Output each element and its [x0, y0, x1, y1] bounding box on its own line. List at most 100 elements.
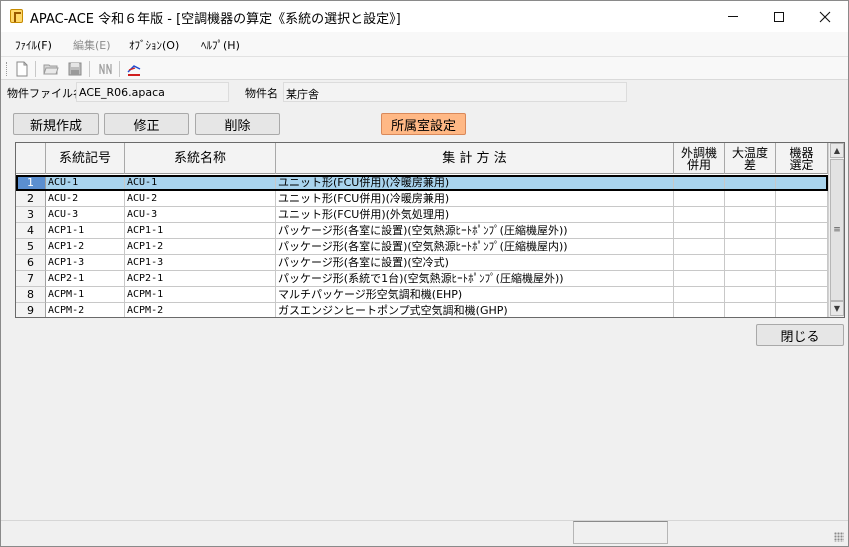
- system-code-cell[interactable]: ACU-1: [46, 175, 125, 191]
- new-system-button[interactable]: 新規作成: [13, 113, 99, 135]
- open-folder-icon[interactable]: [43, 61, 59, 77]
- system-name-cell[interactable]: ACP1-1: [125, 223, 276, 239]
- table-row[interactable]: 6 ACP1-3 ACP1-3 パッケージ形(各室に設置)(空冷式): [16, 255, 828, 271]
- row-number-cell[interactable]: 6: [16, 255, 46, 271]
- resize-grip-icon[interactable]: [834, 532, 844, 542]
- system-code-cell[interactable]: ACPM-2: [46, 303, 125, 317]
- menu-options[interactable]: ｵﾌﾞｼｮﾝ(O): [129, 37, 179, 53]
- grid-vertical-scrollbar[interactable]: ▲ ≡ ▼: [828, 143, 844, 317]
- calc-method-cell[interactable]: パッケージ形(系統で1台)(空気熱源ﾋｰﾄﾎﾟﾝﾌﾟ(圧縮機屋外)): [276, 271, 674, 287]
- scroll-up-button[interactable]: ▲: [830, 143, 844, 158]
- header-system-name[interactable]: 系統名称: [125, 143, 276, 174]
- close-window-button[interactable]: [802, 1, 848, 32]
- scroll-thumb[interactable]: ≡: [830, 159, 844, 301]
- table-row[interactable]: 7 ACP2-1 ACP2-1 パッケージ形(系統で1台)(空気熱源ﾋｰﾄﾎﾟﾝﾌﾟ(…: [16, 271, 828, 287]
- calc-method-cell[interactable]: マルチパッケージ形空気調和機(EHP): [276, 287, 674, 303]
- header-outdoor-unit[interactable]: 外調機 併用: [674, 143, 725, 174]
- outdoor-unit-cell[interactable]: [674, 223, 725, 239]
- header-equipment-selection[interactable]: 機器 選定: [776, 143, 828, 174]
- row-number-cell[interactable]: 2: [16, 191, 46, 207]
- equipment-selection-cell[interactable]: [776, 191, 828, 207]
- maximize-button[interactable]: [756, 1, 802, 32]
- save-icon[interactable]: [67, 61, 83, 77]
- large-temp-diff-cell[interactable]: [725, 191, 776, 207]
- outdoor-unit-cell[interactable]: [674, 175, 725, 191]
- table-row[interactable]: 3 ACU-3 ACU-3 ユニット形(FCU併用)(外気処理用): [16, 207, 828, 223]
- outdoor-unit-cell[interactable]: [674, 207, 725, 223]
- equipment-selection-cell[interactable]: [776, 239, 828, 255]
- system-name-cell[interactable]: ACP1-3: [125, 255, 276, 271]
- system-code-cell[interactable]: ACP1-2: [46, 239, 125, 255]
- chart-tool-icon[interactable]: [126, 61, 142, 77]
- large-temp-diff-cell[interactable]: [725, 303, 776, 317]
- minimize-button[interactable]: [710, 1, 756, 32]
- row-number-cell[interactable]: 4: [16, 223, 46, 239]
- system-code-cell[interactable]: ACU-2: [46, 191, 125, 207]
- table-row[interactable]: 9 ACPM-2 ACPM-2 ガスエンジンヒートポンプ式空気調和機(GHP): [16, 303, 828, 317]
- edit-button[interactable]: 修正: [104, 113, 189, 135]
- system-name-cell[interactable]: ACPM-2: [125, 303, 276, 317]
- calc-method-cell[interactable]: ユニット形(FCU併用)(外気処理用): [276, 207, 674, 223]
- row-number-cell[interactable]: 3: [16, 207, 46, 223]
- row-number-cell[interactable]: 7: [16, 271, 46, 287]
- outdoor-unit-cell[interactable]: [674, 271, 725, 287]
- table-row[interactable]: 5 ACP1-2 ACP1-2 パッケージ形(各室に設置)(空気熱源ﾋｰﾄﾎﾟﾝﾌﾟ(…: [16, 239, 828, 255]
- equipment-selection-cell[interactable]: [776, 287, 828, 303]
- system-code-cell[interactable]: ACU-3: [46, 207, 125, 223]
- room-assignment-button[interactable]: 所属室設定: [381, 113, 466, 135]
- table-row[interactable]: 1 ACU-1 ACU-1 ユニット形(FCU併用)(冷暖房兼用): [16, 175, 828, 191]
- large-temp-diff-cell[interactable]: [725, 271, 776, 287]
- vertical-label-icon[interactable]: [97, 61, 113, 77]
- row-number-cell[interactable]: 5: [16, 239, 46, 255]
- system-code-cell[interactable]: ACP2-1: [46, 271, 125, 287]
- menu-help[interactable]: ﾍﾙﾌﾟ(H): [201, 37, 240, 53]
- header-large-temp-diff[interactable]: 大温度 差: [725, 143, 776, 174]
- system-code-cell[interactable]: ACP1-3: [46, 255, 125, 271]
- equipment-selection-cell[interactable]: [776, 255, 828, 271]
- calc-method-cell[interactable]: パッケージ形(各室に設置)(空気熱源ﾋｰﾄﾎﾟﾝﾌﾟ(圧縮機屋外)): [276, 223, 674, 239]
- outdoor-unit-cell[interactable]: [674, 303, 725, 317]
- large-temp-diff-cell[interactable]: [725, 175, 776, 191]
- equipment-selection-cell[interactable]: [776, 207, 828, 223]
- calc-method-cell[interactable]: ユニット形(FCU併用)(冷暖房兼用): [276, 175, 674, 191]
- equipment-selection-cell[interactable]: [776, 271, 828, 287]
- system-name-cell[interactable]: ACP2-1: [125, 271, 276, 287]
- calc-method-cell[interactable]: ユニット形(FCU併用)(冷暖房兼用): [276, 191, 674, 207]
- header-calc-method[interactable]: 集 計 方 法: [276, 143, 674, 174]
- outdoor-unit-cell[interactable]: [674, 255, 725, 271]
- calc-method-cell[interactable]: パッケージ形(各室に設置)(空気熱源ﾋｰﾄﾎﾟﾝﾌﾟ(圧縮機屋内)): [276, 239, 674, 255]
- large-temp-diff-cell[interactable]: [725, 207, 776, 223]
- system-name-cell[interactable]: ACU-2: [125, 191, 276, 207]
- delete-button[interactable]: 削除: [195, 113, 280, 135]
- calc-method-cell[interactable]: ガスエンジンヒートポンプ式空気調和機(GHP): [276, 303, 674, 317]
- menu-file[interactable]: ﾌｧｲﾙ(F): [15, 37, 52, 53]
- large-temp-diff-cell[interactable]: [725, 239, 776, 255]
- close-button[interactable]: 閉じる: [756, 324, 844, 346]
- large-temp-diff-cell[interactable]: [725, 223, 776, 239]
- menu-edit[interactable]: 編集(E): [73, 37, 111, 53]
- system-name-cell[interactable]: ACU-1: [125, 175, 276, 191]
- outdoor-unit-cell[interactable]: [674, 287, 725, 303]
- outdoor-unit-cell[interactable]: [674, 239, 725, 255]
- toolbar-grip[interactable]: [6, 62, 8, 76]
- table-row[interactable]: 4 ACP1-1 ACP1-1 パッケージ形(各室に設置)(空気熱源ﾋｰﾄﾎﾟﾝﾌﾟ(…: [16, 223, 828, 239]
- system-name-cell[interactable]: ACPM-1: [125, 287, 276, 303]
- equipment-selection-cell[interactable]: [776, 175, 828, 191]
- outdoor-unit-cell[interactable]: [674, 191, 725, 207]
- equipment-selection-cell[interactable]: [776, 303, 828, 317]
- system-name-cell[interactable]: ACU-3: [125, 207, 276, 223]
- system-name-cell[interactable]: ACP1-2: [125, 239, 276, 255]
- equipment-selection-cell[interactable]: [776, 223, 828, 239]
- scroll-down-button[interactable]: ▼: [830, 301, 844, 316]
- large-temp-diff-cell[interactable]: [725, 255, 776, 271]
- header-system-code[interactable]: 系統記号: [46, 143, 125, 174]
- large-temp-diff-cell[interactable]: [725, 287, 776, 303]
- system-code-cell[interactable]: ACP1-1: [46, 223, 125, 239]
- table-row[interactable]: 8 ACPM-1 ACPM-1 マルチパッケージ形空気調和機(EHP): [16, 287, 828, 303]
- row-number-cell[interactable]: 9: [16, 303, 46, 317]
- new-file-icon[interactable]: [14, 61, 30, 77]
- row-number-cell[interactable]: 1: [16, 175, 46, 191]
- system-code-cell[interactable]: ACPM-1: [46, 287, 125, 303]
- calc-method-cell[interactable]: パッケージ形(各室に設置)(空冷式): [276, 255, 674, 271]
- row-number-cell[interactable]: 8: [16, 287, 46, 303]
